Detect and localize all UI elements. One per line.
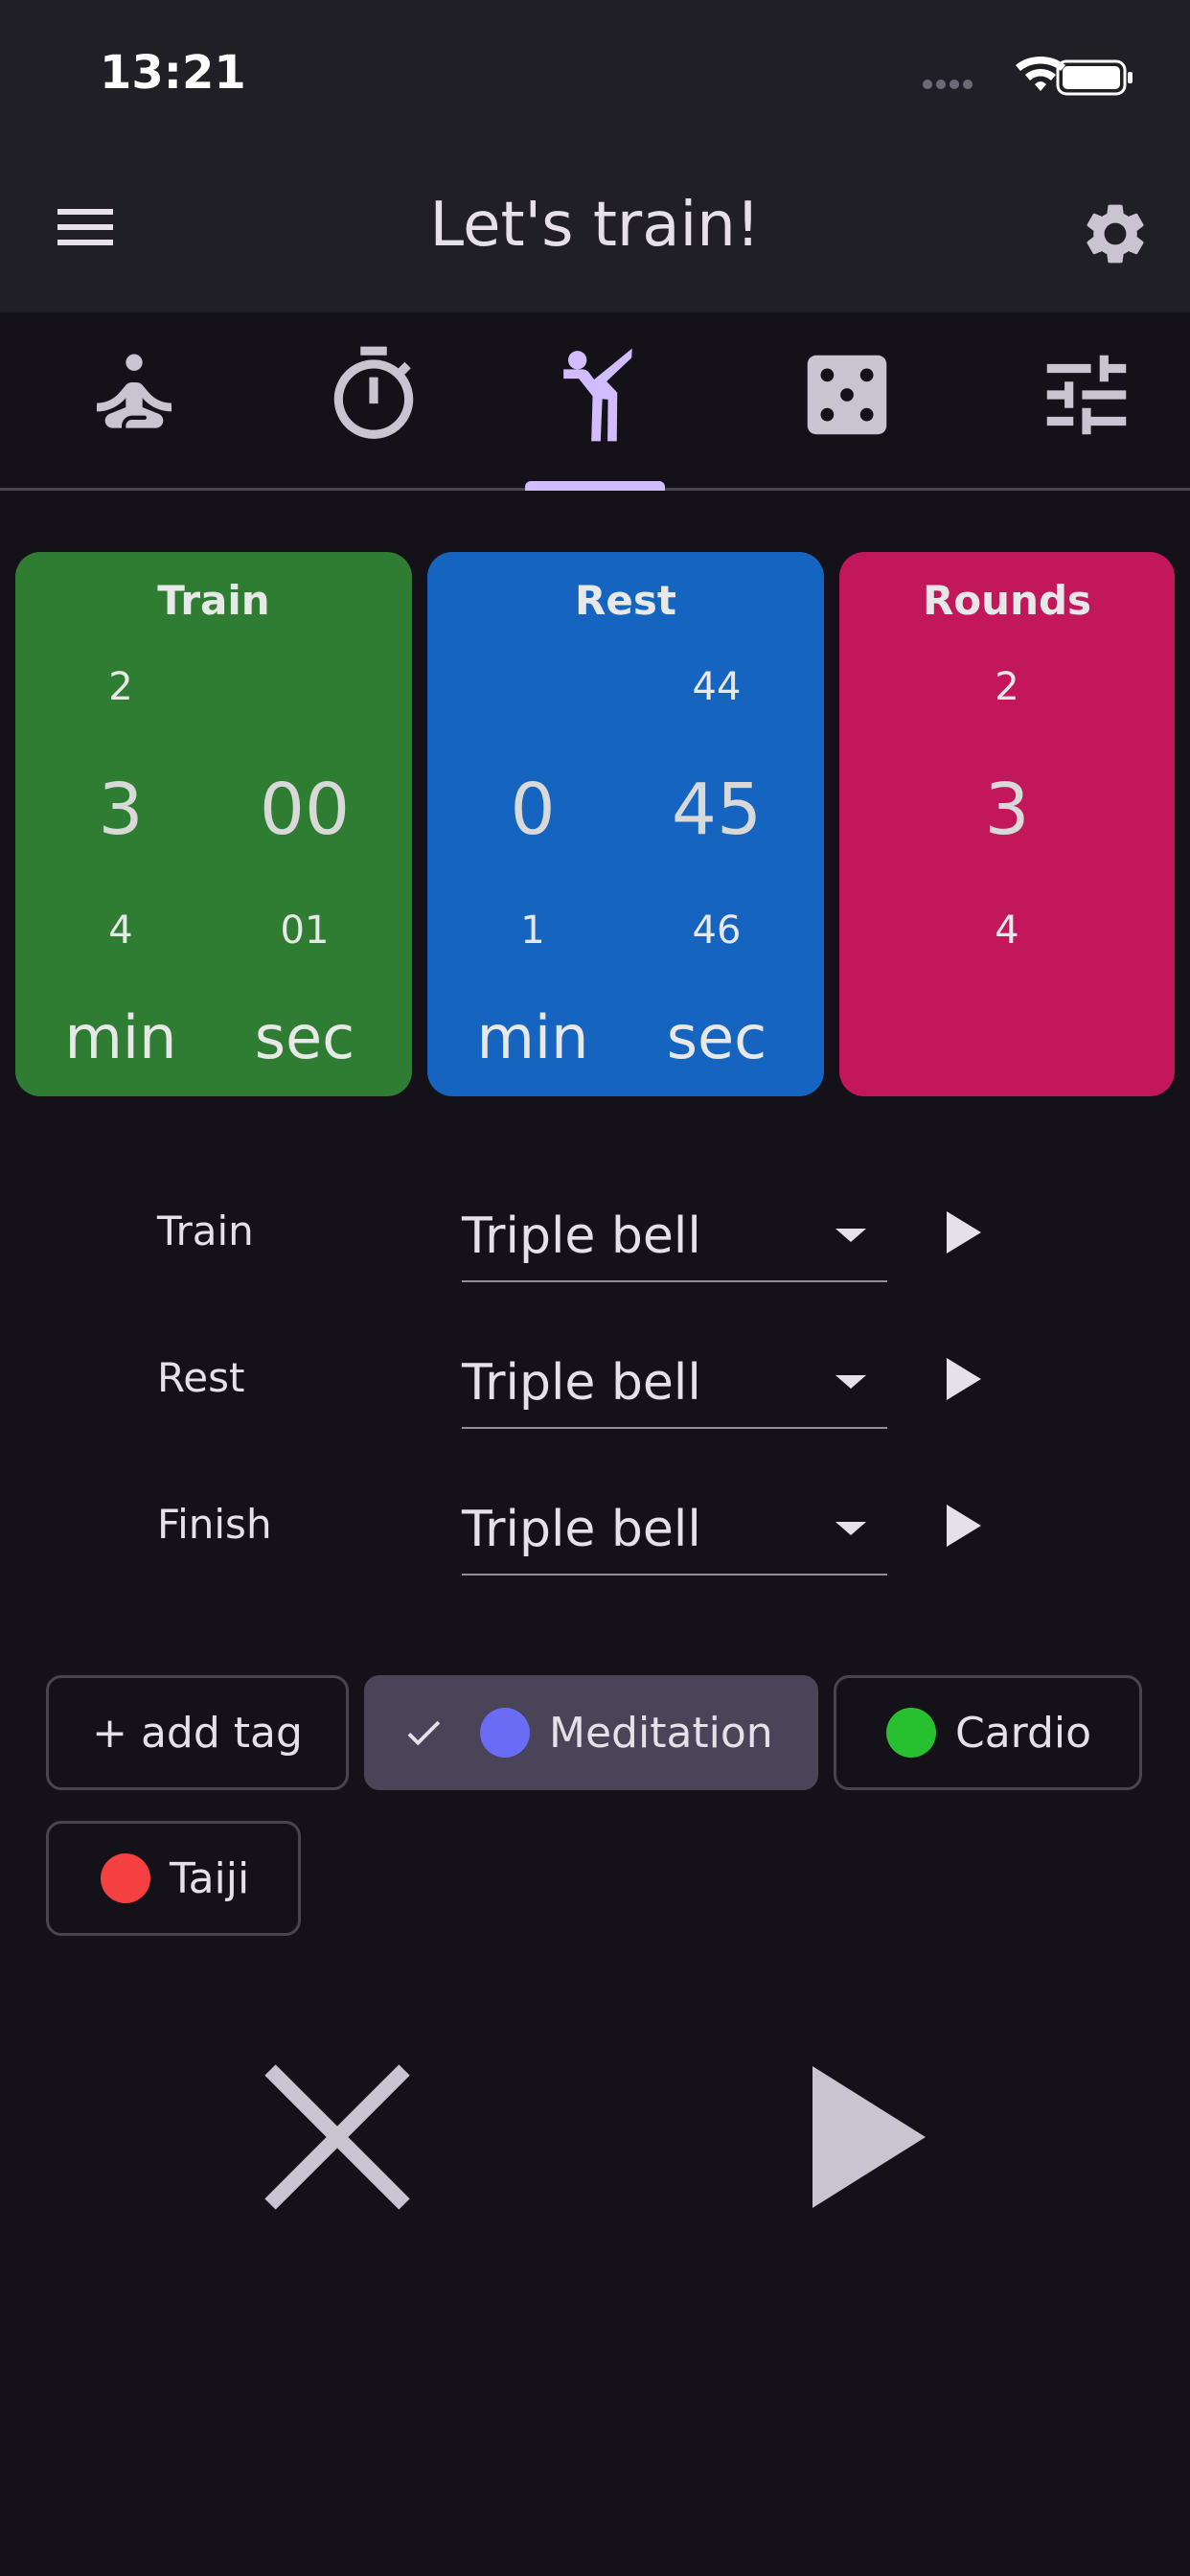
tab-meditation[interactable] [75,335,194,454]
chevron-down-icon [835,1522,866,1535]
rest-card: Rest 0 1 min 44 45 46 sec [427,552,824,1096]
train-min-value[interactable]: 3 [44,769,197,851]
rest-sound-value: Triple bell [462,1354,701,1412]
rest-card-title: Rest [575,577,676,624]
train-card: Train 2 3 4 min 00 01 sec [15,552,412,1096]
status-indicators [922,54,1142,100]
rest-min-value[interactable]: 0 [456,769,609,851]
tag-color-dot [101,1853,150,1903]
train-sec-unit: sec [254,1002,355,1072]
chevron-down-icon [835,1229,866,1242]
chevron-down-icon [835,1375,866,1389]
finish-sound-dropdown[interactable]: Triple bell [462,1491,887,1576]
martial-arts-icon [563,348,632,442]
rounds-card-title: Rounds [922,577,1092,624]
train-min-prev[interactable]: 2 [44,665,197,709]
tab-interval-training[interactable] [537,335,655,454]
add-tag-button[interactable]: + add tag [46,1675,349,1790]
train-sound-value: Triple bell [462,1208,701,1265]
train-sound-play-icon[interactable] [947,1211,981,1254]
page-title: Let's train! [429,190,761,261]
stopwatch-icon [333,346,414,439]
train-min-next[interactable]: 4 [44,908,197,953]
rounds-card: Rounds 2 3 4 [839,552,1175,1096]
train-sound-dropdown[interactable]: Triple bell [462,1198,887,1282]
rest-min-unit: min [476,1002,589,1072]
finish-sound-value: Triple bell [462,1501,701,1558]
tab-timer[interactable] [314,335,433,454]
rest-sec-prev[interactable]: 44 [640,665,793,709]
rest-sound-dropdown[interactable]: Triple bell [462,1345,887,1429]
tag-color-dot [886,1708,936,1758]
add-tag-label: + add tag [92,1708,303,1758]
rounds-prev[interactable]: 2 [930,665,1084,709]
tag-label: Cardio [955,1708,1092,1758]
battery-icon [1056,59,1133,96]
tab-presets[interactable] [1027,335,1146,454]
rounds-next[interactable]: 4 [930,908,1084,953]
train-sec-value[interactable]: 00 [228,769,381,851]
gear-icon[interactable] [1079,197,1152,270]
tab-indicator [525,481,665,491]
tag-label: Meditation [549,1708,773,1758]
rest-sec-next[interactable]: 46 [640,908,793,953]
train-sec-next[interactable]: 01 [228,908,381,953]
tag-color-dot [480,1708,530,1758]
tag-chip-meditation[interactable]: Meditation [364,1675,818,1790]
tab-random[interactable] [788,335,906,454]
rest-min-next[interactable]: 1 [456,908,609,953]
rounds-value[interactable]: 3 [930,769,1084,851]
sliders-icon [1046,355,1127,435]
tag-label: Taiji [170,1853,250,1903]
status-time: 13:21 [100,46,246,100]
rest-sound-label: Rest [157,1354,245,1401]
close-icon[interactable] [261,2060,414,2214]
rest-sec-unit: sec [666,1002,767,1072]
train-card-title: Train [157,577,270,624]
signal-icon [923,57,1133,96]
tag-chip-cardio[interactable]: Cardio [834,1675,1142,1790]
rest-sound-play-icon[interactable] [947,1358,981,1400]
train-min-unit: min [64,1002,177,1072]
rest-sec-value[interactable]: 45 [640,769,793,851]
tag-chip-taiji[interactable]: Taiji [46,1821,301,1936]
check-icon [407,1720,441,1746]
dice-icon [807,355,887,435]
meditation-icon [97,354,172,428]
finish-sound-label: Finish [157,1501,272,1548]
play-icon[interactable] [812,2066,926,2208]
tab-bar [0,312,1190,491]
finish-sound-play-icon[interactable] [947,1505,981,1547]
train-sound-label: Train [157,1208,254,1254]
